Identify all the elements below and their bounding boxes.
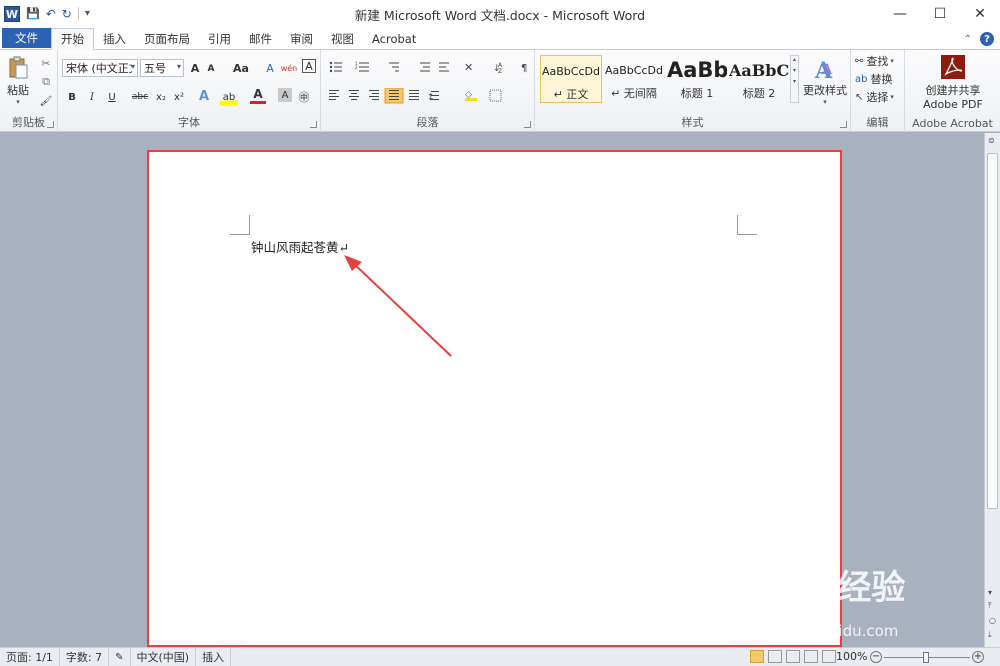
zoom-out-icon[interactable]: − (870, 651, 882, 663)
next-page-icon[interactable]: ⤓ (988, 630, 992, 640)
zoom-slider-thumb[interactable] (923, 652, 929, 663)
status-insert-mode[interactable]: 插入 (196, 647, 232, 666)
baidu-watermark-url: jingyan.baidu.com (760, 622, 899, 640)
proofing-icon[interactable]: ✎ (109, 647, 131, 666)
baidu-watermark: Bai 经验 (765, 568, 906, 608)
view-buttons (750, 650, 836, 663)
status-page-count[interactable]: 页面: 1/1 (0, 647, 60, 666)
zoom-level[interactable]: 100% (836, 650, 867, 663)
ruler-toggle-icon[interactable]: ⊜ (988, 136, 995, 145)
draft-view-icon[interactable] (822, 650, 836, 663)
print-layout-view-icon[interactable] (750, 650, 764, 663)
vertical-scrollbar[interactable]: ⊜ ▾ ⤒ ○ ⤓ (984, 133, 1000, 647)
zoom-in-icon[interactable]: + (972, 651, 984, 663)
scroll-thumb[interactable] (987, 153, 998, 509)
full-screen-view-icon[interactable] (768, 650, 782, 663)
web-layout-view-icon[interactable] (786, 650, 800, 663)
scroll-down-icon[interactable]: ▾ (988, 588, 992, 597)
browse-object-icon[interactable]: ○ (989, 616, 996, 625)
status-bar: 页面: 1/1 字数: 7 ✎ 中文(中国) 插入 100% − + (0, 647, 1000, 666)
status-language[interactable]: 中文(中国) (131, 647, 197, 666)
status-word-count[interactable]: 字数: 7 (60, 647, 110, 666)
arrow-line (351, 261, 452, 357)
outline-view-icon[interactable] (804, 650, 818, 663)
prev-page-icon[interactable]: ⤒ (988, 601, 992, 611)
